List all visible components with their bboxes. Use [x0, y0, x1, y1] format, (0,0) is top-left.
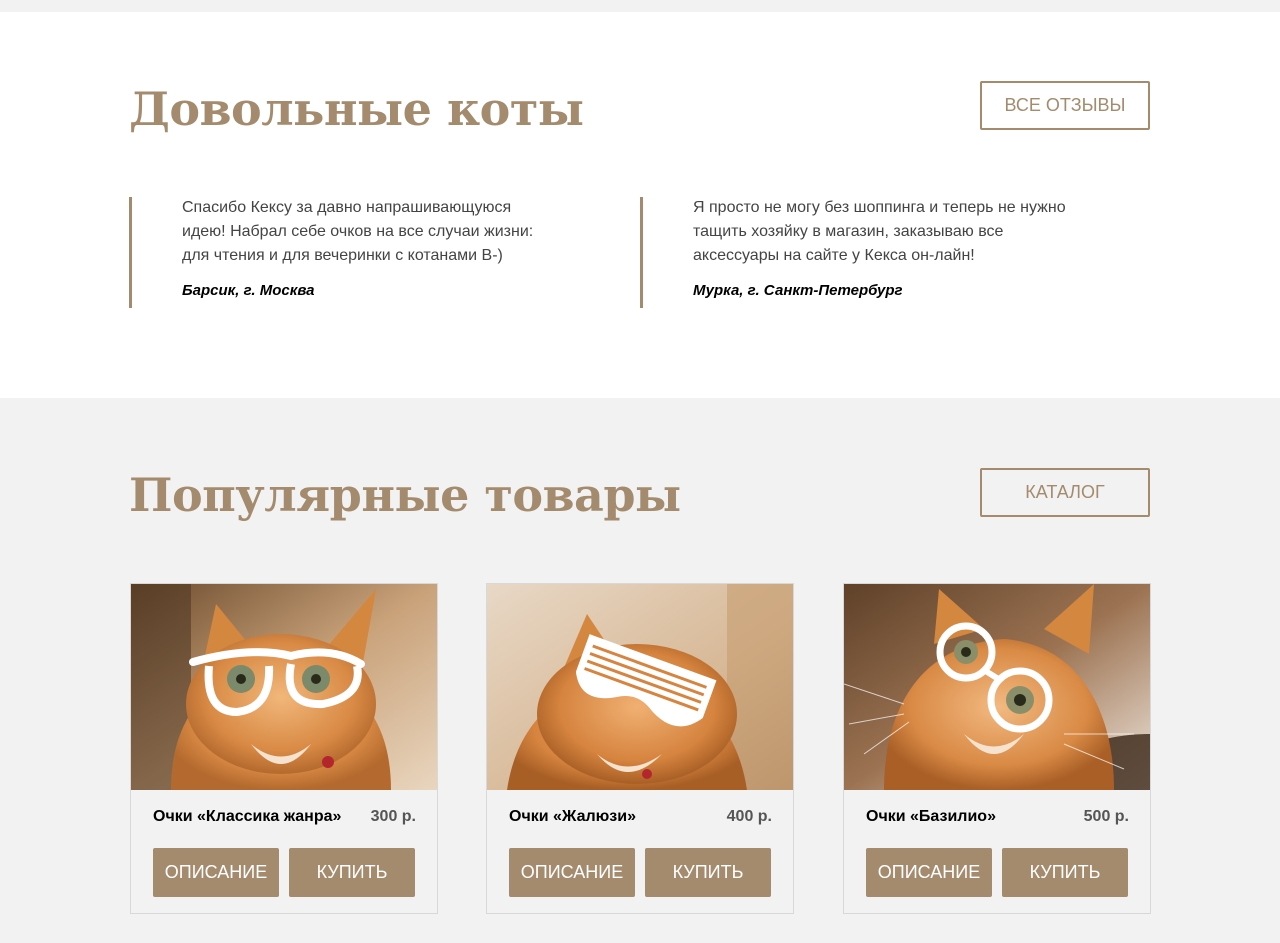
product-price: 300 р.	[370, 808, 416, 825]
buy-button[interactable]: Купить	[1002, 848, 1128, 897]
product-info: Очки «Классика жанра» 300 р. Описание Ку…	[131, 790, 437, 913]
product-card: Очки «Базилио» 500 р. Описание Купить	[843, 583, 1151, 914]
review-text: Я просто не могу без шоппинга и теперь н…	[693, 199, 1066, 264]
product-price: 500 р.	[1083, 808, 1129, 825]
review-card: Я просто не могу без шоппинга и теперь н…	[640, 197, 1070, 308]
reviews-title: Довольные коты	[129, 82, 584, 136]
review-card: Спасибо Кексу за давно напрашивающуюся и…	[129, 197, 549, 308]
product-name[interactable]: Очки «Базилио»	[866, 808, 996, 826]
product-card: Очки «Жалюзи» 400 р. Описание Купить	[486, 583, 794, 914]
product-photo-shutter[interactable]	[487, 584, 793, 790]
cat-photo-icon	[131, 584, 437, 790]
review-text: Спасибо Кексу за давно напрашивающуюся и…	[182, 199, 534, 264]
all-reviews-button[interactable]: Все отзывы	[980, 81, 1150, 130]
top-strip	[0, 0, 1280, 12]
review-author: Мурка, г. Санкт-Петербург	[693, 282, 903, 299]
description-button[interactable]: Описание	[509, 848, 635, 897]
products-title: Популярные товары	[129, 468, 681, 522]
products-section: Популярные товары Каталог	[0, 398, 1280, 943]
description-button[interactable]: Описание	[866, 848, 992, 897]
product-price: 400 р.	[726, 808, 772, 825]
product-photo-round[interactable]	[844, 584, 1150, 790]
reviews-section: Довольные коты Все отзывы Спасибо Кексу …	[0, 12, 1280, 398]
product-info: Очки «Жалюзи» 400 р. Описание Купить	[487, 790, 793, 913]
product-photo-classic[interactable]	[131, 584, 437, 790]
description-button[interactable]: Описание	[153, 848, 279, 897]
product-name[interactable]: Очки «Жалюзи»	[509, 808, 636, 826]
review-author: Барсик, г. Москва	[182, 282, 315, 299]
cat-photo-icon	[844, 584, 1150, 790]
buy-button[interactable]: Купить	[289, 848, 415, 897]
catalog-button[interactable]: Каталог	[980, 468, 1150, 517]
cat-photo-icon	[487, 584, 793, 790]
buy-button[interactable]: Купить	[645, 848, 771, 897]
product-info: Очки «Базилио» 500 р. Описание Купить	[844, 790, 1150, 913]
product-name[interactable]: Очки «Классика жанра»	[153, 808, 341, 826]
product-card: Очки «Классика жанра» 300 р. Описание Ку…	[130, 583, 438, 914]
